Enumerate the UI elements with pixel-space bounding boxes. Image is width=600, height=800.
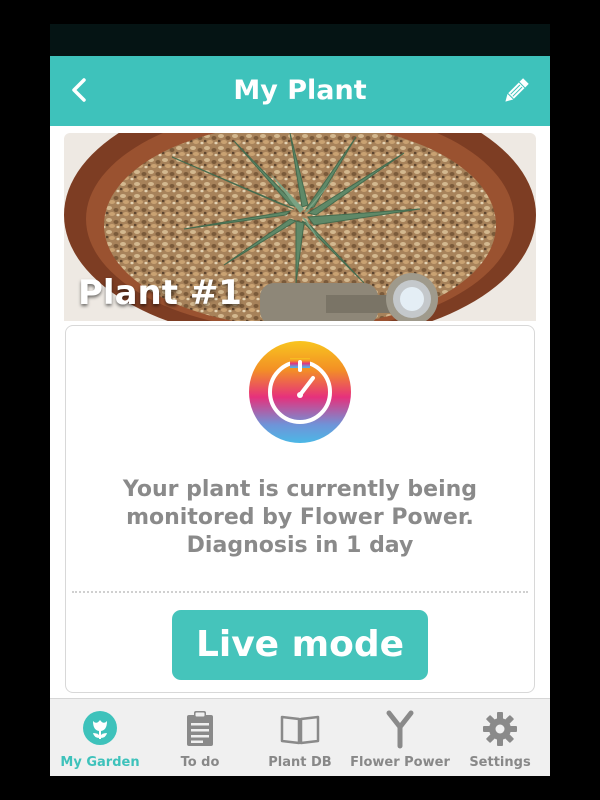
clipboard-icon [187,711,213,746]
tab-flower-power[interactable]: Flower Power [350,699,450,776]
tab-label-flower-power: Flower Power [350,755,450,770]
flower-icon [83,711,117,745]
plant-photo[interactable]: Plant #1 [64,133,536,321]
app-header: My Plant [50,56,550,126]
phone-screen: My Plant Plant #1 Your plant is currentl… [50,24,550,776]
status-line-3: Diagnosis in 1 day [186,533,414,558]
live-mode-button[interactable]: Live mode [172,610,428,680]
tab-to-do[interactable]: To do [150,699,250,776]
tab-settings[interactable]: Settings [450,699,550,776]
gear-icon [483,712,517,746]
tab-bar: My Garden To do Plant DB Flower Power Se… [50,698,550,776]
back-button[interactable] [62,70,102,110]
monitoring-status-text: Your plant is currently being monitored … [86,476,514,560]
plant-name: Plant #1 [78,273,242,313]
sensor-y-icon [386,710,414,749]
dotted-divider [72,591,528,593]
chevron-left-icon [72,78,86,102]
gauge-icon [249,341,351,443]
monitor-card: Your plant is currently being monitored … [65,325,535,693]
tab-label-settings: Settings [469,755,531,770]
tab-label-to-do: To do [180,755,220,770]
tab-my-garden[interactable]: My Garden [50,699,150,776]
status-line-2: monitored by Flower Power. [126,505,474,530]
status-line-1: Your plant is currently being [122,477,478,502]
status-bar [50,24,550,56]
tab-label-my-garden: My Garden [60,755,140,770]
page-title: My Plant [233,75,367,106]
book-icon [280,715,320,745]
pencil-icon [505,78,529,102]
tab-label-plant-db: Plant DB [268,755,332,770]
tab-plant-db[interactable]: Plant DB [250,699,350,776]
edit-button[interactable] [496,71,536,111]
